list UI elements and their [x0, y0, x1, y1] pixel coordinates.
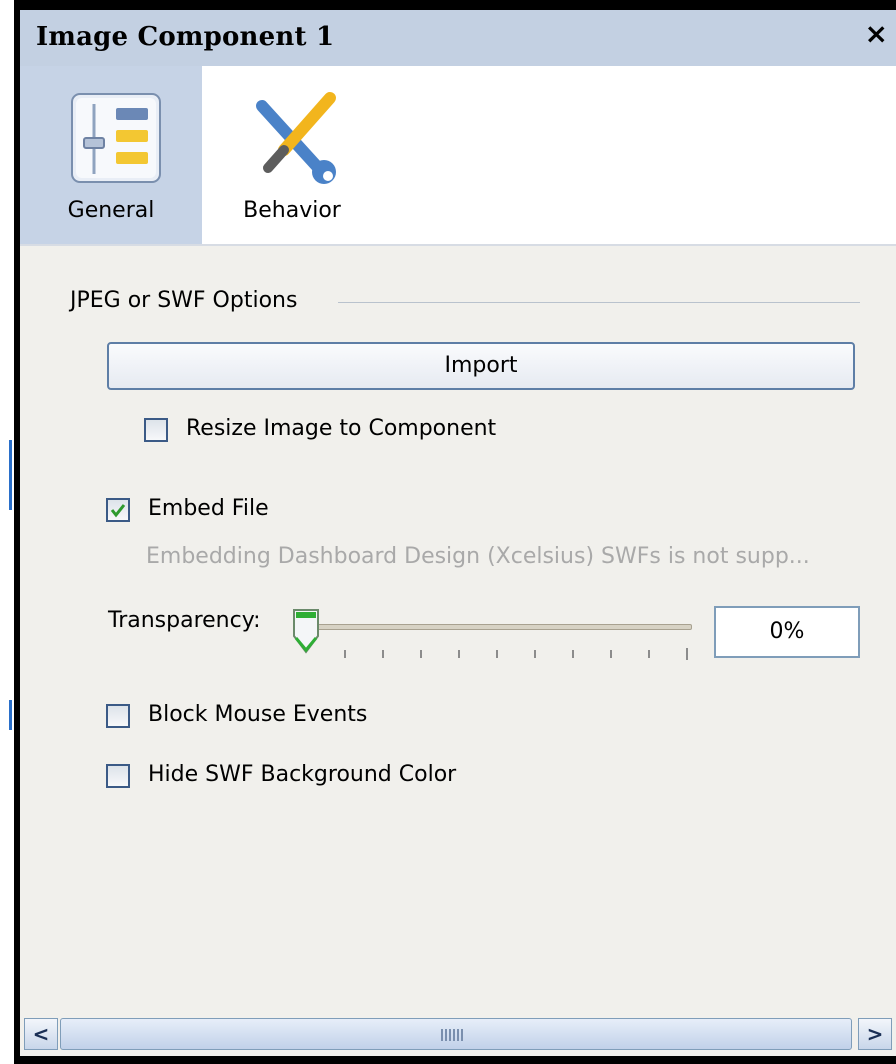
transparency-slider-track[interactable]	[306, 624, 692, 630]
slider-tick	[420, 650, 422, 658]
slider-tick	[382, 650, 384, 658]
block-mouse-option[interactable]: Block Mouse Events	[106, 702, 446, 732]
embed-file-option[interactable]: Embed File	[106, 496, 366, 526]
grip-icon	[441, 1029, 463, 1041]
transparency-label: Transparency:	[108, 608, 261, 633]
group-divider	[338, 302, 860, 303]
slider-tick	[686, 648, 688, 660]
block-mouse-label: Block Mouse Events	[148, 702, 368, 727]
scroll-thumb[interactable]	[60, 1018, 852, 1050]
embed-file-label: Embed File	[148, 496, 269, 521]
tab-behavior[interactable]: Behavior	[202, 66, 382, 244]
general-properties-icon	[71, 93, 161, 183]
slider-tick	[496, 650, 498, 658]
resize-image-option[interactable]: Resize Image to Component	[144, 416, 564, 446]
window-title: Image Component 1	[36, 22, 335, 52]
properties-panel: Image Component 1 × General Behavior JPE…	[20, 10, 896, 1056]
slider-thumb-icon[interactable]	[290, 606, 322, 658]
hide-bg-label: Hide SWF Background Color	[148, 762, 457, 787]
resize-image-checkbox[interactable]	[144, 418, 168, 442]
title-bar: Image Component 1 ×	[20, 10, 896, 66]
close-icon[interactable]: ×	[865, 20, 888, 48]
tab-general[interactable]: General	[20, 66, 202, 244]
behavior-tools-icon	[256, 92, 336, 184]
embed-file-checkbox[interactable]	[106, 498, 130, 522]
edge-marker	[9, 440, 12, 510]
slider-tick	[572, 650, 574, 658]
slider-tick	[610, 650, 612, 658]
tab-behavior-label: Behavior	[243, 198, 341, 223]
horizontal-scrollbar[interactable]: < >	[20, 1010, 896, 1056]
embed-note: Embedding Dashboard Design (Xcelsius) SW…	[146, 544, 810, 569]
slider-tick	[344, 650, 346, 658]
slider-tick	[648, 650, 650, 658]
slider-tick	[458, 650, 460, 658]
left-edge-strip	[0, 0, 14, 1064]
scroll-right-button[interactable]: >	[858, 1018, 892, 1050]
tab-general-label: General	[67, 198, 155, 223]
slider-tick	[534, 650, 536, 658]
transparency-value-input[interactable]: 0%	[714, 606, 860, 658]
tab-strip: General Behavior	[20, 66, 896, 246]
scroll-left-button[interactable]: <	[24, 1018, 58, 1050]
group-title: JPEG or SWF Options	[70, 288, 298, 313]
general-content: JPEG or SWF Options Import Resize Image …	[20, 246, 896, 1010]
block-mouse-checkbox[interactable]	[106, 704, 130, 728]
hide-bg-option[interactable]: Hide SWF Background Color	[106, 762, 526, 792]
edge-marker	[9, 700, 12, 730]
hide-bg-checkbox[interactable]	[106, 764, 130, 788]
checkmark-icon	[110, 504, 126, 518]
resize-image-label: Resize Image to Component	[186, 416, 497, 441]
import-button[interactable]: Import	[107, 342, 855, 390]
